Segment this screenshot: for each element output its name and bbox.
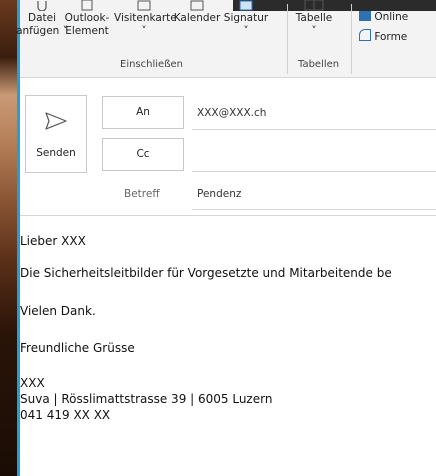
business-card-label: Visitenkarte [114,12,177,24]
signature-name: XXX [20,376,45,390]
online-label: Online [374,11,409,23]
signature-label: Signatur [223,12,269,24]
table-sublabel: ˅ [311,25,317,37]
table-icon [304,0,324,11]
cc-button[interactable]: Cc [102,138,184,171]
signature-phone: 041 419 XX XX [20,408,111,422]
signature-address: Suva | Rösslimattstrasse 39 | 6005 Luzer… [20,392,273,406]
send-label: Senden [36,147,76,159]
subject-label: Betreff [124,188,160,200]
thanks-line: Vielen Dank. [20,304,96,318]
ribbon: Datei anfügen ˅ Outlook- Element Visiten… [16,0,436,78]
subject-field-underline [192,209,436,210]
business-card-sublabel: ˅ [141,25,147,37]
greeting-line: Lieber XXX [20,234,86,248]
attach-file-sublabel: anfügen ˅ [16,25,68,37]
group-label-include: Einschließen [120,59,183,70]
business-card-button[interactable]: Visitenkarte ˅ [114,0,177,38]
shapes-button[interactable]: Forme [359,29,436,44]
signature-icon [239,0,253,11]
shapes-label: Forme [374,31,408,43]
business-card-icon [137,0,151,11]
outlook-item-icon [81,0,93,11]
calendar-icon [190,0,204,11]
subject-field[interactable]: Pendenz [197,188,241,200]
attach-file-label: Datei [27,12,56,24]
outlook-element-button[interactable]: Outlook- Element [62,0,112,38]
paperclip-icon [37,1,47,11]
outlook-element-sublabel: Element [65,25,109,37]
cc-field-underline [192,171,436,172]
shapes-icon [359,29,371,41]
signature-button[interactable]: Signatur ˅ [221,0,271,38]
to-field[interactable]: XXX@XXX.ch [197,107,266,119]
online-pictures-icon [359,11,371,21]
online-pictures-button[interactable]: Online [359,11,436,24]
signature-sublabel: ˅ [243,25,249,37]
table-button[interactable]: Tabelle ˅ [292,0,336,38]
to-field-underline [192,129,436,130]
send-arrow-icon [45,112,67,130]
closing-line: Freundliche Grüsse [20,341,135,355]
message-header: Senden An XXX@XXX.ch Cc Betreff Pendenz [20,78,436,215]
send-button[interactable]: Senden [25,95,87,173]
to-button[interactable]: An [102,96,184,129]
table-label: Tabelle [295,12,333,24]
message-body[interactable]: Lieber XXX Die Sicherheitsleitbilder für… [20,216,436,476]
ribbon-divider [351,4,352,74]
email-compose-window: Datei anfügen ˅ Outlook- Element Visiten… [0,0,436,476]
calendar-label: Kalender [173,12,221,24]
ribbon-divider [287,4,288,74]
group-label-tables: Tabellen [298,59,340,70]
outlook-element-label: Outlook- [64,12,110,24]
body-line: Die Sicherheitsleitbilder für Vorgesetzt… [20,266,392,280]
calendar-button[interactable]: Kalender [173,0,221,25]
